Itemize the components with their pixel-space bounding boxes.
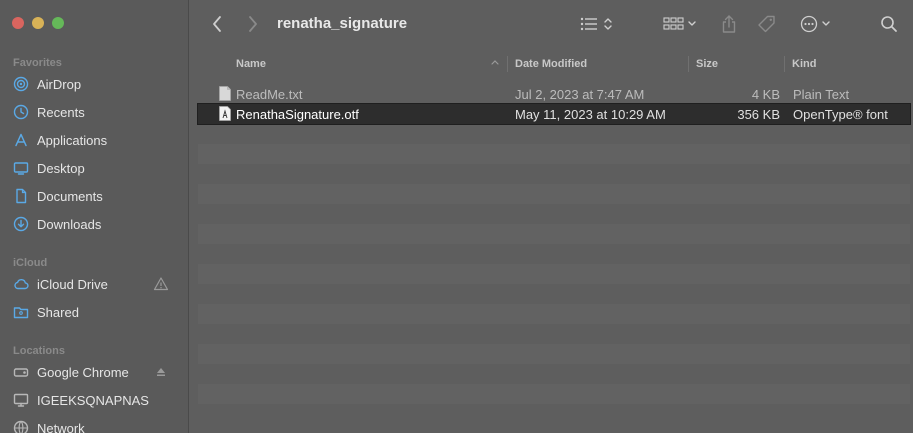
empty-row bbox=[198, 244, 910, 264]
empty-row bbox=[198, 324, 910, 344]
window-title: renatha_signature bbox=[277, 15, 408, 32]
sidebar-item-label: Network bbox=[37, 420, 85, 433]
empty-row bbox=[198, 364, 910, 384]
sidebar-item-network[interactable]: Network bbox=[12, 416, 177, 433]
back-button[interactable] bbox=[211, 15, 223, 33]
font-file-icon bbox=[219, 106, 231, 121]
sidebar-item-label: Shared bbox=[37, 304, 79, 320]
empty-row bbox=[198, 124, 910, 144]
eject-icon[interactable] bbox=[153, 364, 169, 380]
airdrop-icon bbox=[12, 75, 30, 93]
sidebar-item-recents[interactable]: Recents bbox=[12, 100, 177, 124]
file-date: May 11, 2023 at 10:29 AM bbox=[515, 107, 666, 122]
warning-icon[interactable] bbox=[153, 276, 169, 292]
sidebar-item-downloads[interactable]: Downloads bbox=[12, 212, 177, 236]
table-row-selected[interactable]: RenathaSignature.otf May 11, 2023 at 10:… bbox=[197, 103, 911, 125]
table-row[interactable]: ReadMe.txt Jul 2, 2023 at 7:47 AM 4 KB P… bbox=[198, 84, 910, 104]
group-icon[interactable] bbox=[663, 16, 699, 32]
empty-row bbox=[198, 384, 910, 404]
empty-row bbox=[198, 304, 910, 324]
sidebar-item-label: Documents bbox=[37, 188, 103, 204]
file-size: 356 KB bbox=[737, 107, 780, 122]
file-name: RenathaSignature.otf bbox=[236, 107, 359, 122]
minimize-window-button[interactable] bbox=[32, 17, 44, 29]
empty-row bbox=[198, 284, 910, 304]
sidebar-item-airdrop[interactable]: AirDrop bbox=[12, 72, 177, 96]
empty-row bbox=[198, 144, 910, 164]
column-divider[interactable] bbox=[784, 56, 785, 72]
sidebar-item-desktop[interactable]: Desktop bbox=[12, 156, 177, 180]
drive-icon bbox=[12, 363, 30, 381]
sidebar-item-icloud-drive[interactable]: iCloud Drive bbox=[12, 272, 177, 296]
file-kind: Plain Text bbox=[793, 87, 850, 102]
sidebar: Favorites AirDrop Recents Applications D… bbox=[0, 0, 189, 433]
sidebar-item-label: Desktop bbox=[37, 160, 85, 176]
column-date-modified[interactable]: Date Modified bbox=[515, 58, 587, 70]
section-title-icloud: iCloud bbox=[13, 257, 48, 269]
sidebar-item-label: AirDrop bbox=[37, 76, 82, 92]
sidebar-item-igeeksqnapnas[interactable]: IGEEKSQNAPNAS bbox=[12, 388, 177, 412]
sidebar-item-shared[interactable]: Shared bbox=[12, 300, 177, 324]
empty-row bbox=[198, 264, 910, 284]
sidebar-item-label: iCloud Drive bbox=[37, 276, 108, 292]
zoom-window-button[interactable] bbox=[52, 17, 64, 29]
cloud-icon bbox=[12, 275, 30, 293]
desktop-icon bbox=[12, 159, 30, 177]
column-divider[interactable] bbox=[688, 56, 689, 72]
applications-icon bbox=[12, 131, 30, 149]
empty-row bbox=[198, 204, 910, 224]
empty-row bbox=[198, 184, 910, 204]
sidebar-item-documents[interactable]: Documents bbox=[12, 184, 177, 208]
file-browser: renatha_signature Name Date Modified Siz… bbox=[190, 0, 913, 433]
sidebar-item-label: IGEEKSQNAPNAS bbox=[37, 392, 149, 408]
shared-folder-icon bbox=[12, 303, 30, 321]
column-header: Name Date Modified Size Kind bbox=[190, 53, 913, 75]
close-window-button[interactable] bbox=[12, 17, 24, 29]
clock-icon bbox=[12, 103, 30, 121]
window-controls bbox=[12, 17, 64, 29]
toolbar: renatha_signature bbox=[190, 0, 913, 50]
empty-row bbox=[198, 224, 910, 244]
section-title-favorites: Favorites bbox=[13, 57, 62, 69]
empty-row bbox=[198, 404, 910, 424]
sidebar-item-label: Applications bbox=[37, 132, 108, 148]
monitor-icon bbox=[12, 391, 30, 409]
file-size: 4 KB bbox=[751, 87, 780, 102]
network-icon bbox=[12, 419, 30, 433]
tag-icon[interactable] bbox=[757, 14, 777, 34]
file-name: ReadMe.txt bbox=[236, 87, 303, 102]
forward-button[interactable] bbox=[247, 15, 259, 33]
text-file-icon bbox=[219, 86, 231, 101]
sidebar-item-applications[interactable]: Applications bbox=[12, 128, 177, 152]
sort-ascending-icon[interactable] bbox=[490, 56, 500, 71]
file-kind: OpenType® font bbox=[793, 107, 888, 122]
search-icon[interactable] bbox=[880, 15, 898, 33]
column-name[interactable]: Name bbox=[236, 58, 266, 70]
sidebar-item-label: Downloads bbox=[37, 216, 102, 232]
empty-row bbox=[198, 344, 910, 364]
file-date: Jul 2, 2023 at 7:47 AM bbox=[515, 87, 645, 102]
sidebar-item-label: Recents bbox=[37, 104, 85, 120]
file-list: ReadMe.txt Jul 2, 2023 at 7:47 AM 4 KB P… bbox=[197, 83, 911, 424]
column-size[interactable]: Size bbox=[696, 58, 718, 70]
column-kind[interactable]: Kind bbox=[792, 58, 816, 70]
more-actions-icon[interactable] bbox=[800, 15, 836, 33]
share-icon[interactable] bbox=[720, 14, 738, 34]
sidebar-item-google-chrome[interactable]: Google Chrome bbox=[12, 360, 177, 384]
download-icon bbox=[12, 215, 30, 233]
column-divider[interactable] bbox=[507, 56, 508, 72]
document-icon bbox=[12, 187, 30, 205]
section-title-locations: Locations bbox=[13, 345, 65, 357]
sidebar-item-label: Google Chrome bbox=[37, 364, 129, 380]
list-view-icon[interactable] bbox=[579, 16, 619, 32]
empty-row bbox=[198, 164, 910, 184]
